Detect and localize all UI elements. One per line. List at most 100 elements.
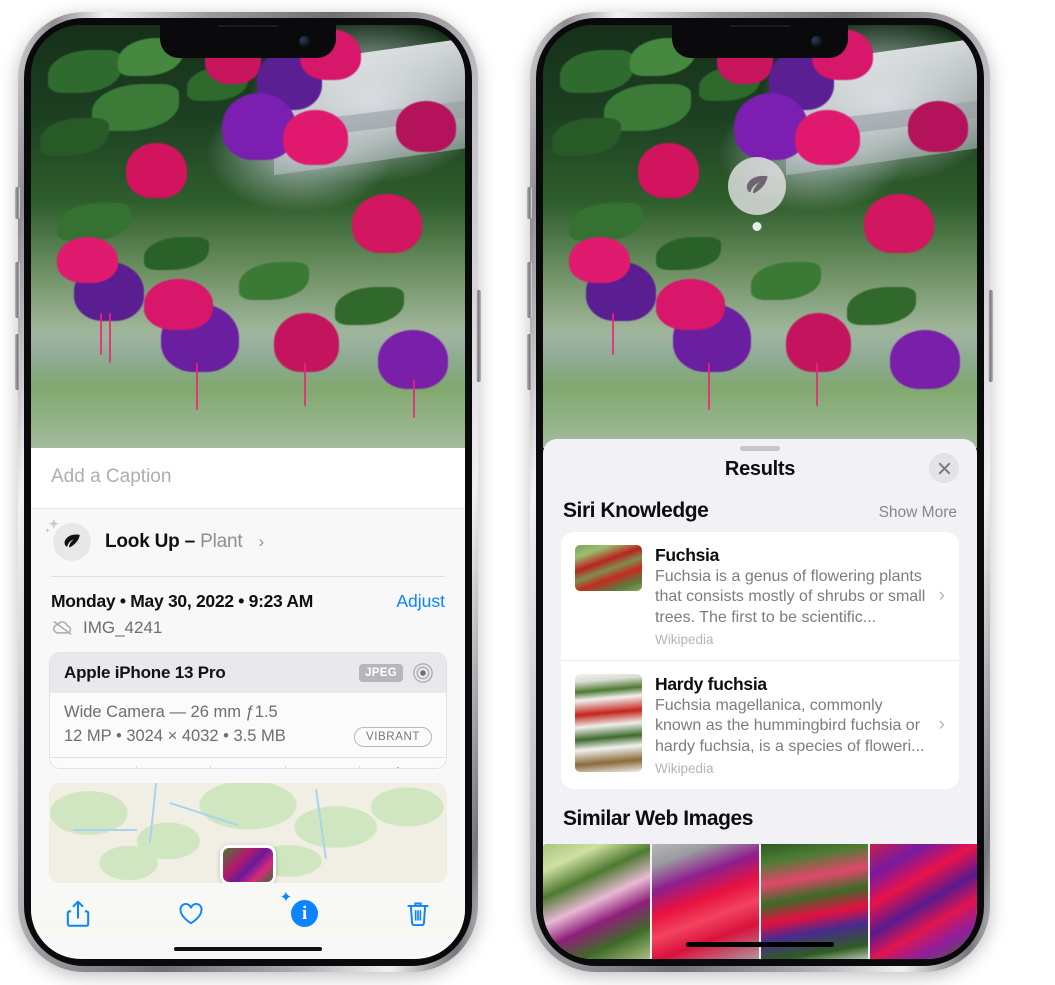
leaf-glyph [64, 534, 80, 548]
photo-blossom [274, 312, 340, 372]
visual-lookup-badge[interactable] [728, 157, 786, 231]
chevron-right-icon: › [938, 584, 945, 606]
photo-toolbar: ✦ i [31, 882, 465, 935]
section-title: Similar Web Images [563, 806, 753, 830]
share-icon[interactable] [61, 897, 95, 931]
earpiece-speaker [729, 25, 791, 27]
photo-blossom [638, 143, 700, 199]
photo-stamen [109, 312, 112, 364]
photo-date: Monday • May 30, 2022 • 9:23 AM [51, 590, 313, 611]
section-title: Siri Knowledge [563, 499, 709, 522]
exif-ev: 0 ev [211, 766, 285, 768]
photo-viewer[interactable] [31, 25, 465, 448]
power-button[interactable] [988, 290, 993, 382]
file-name: IMG_4241 [83, 617, 163, 637]
info-glyph: i [291, 900, 319, 928]
photo-blossom [126, 143, 188, 199]
knowledge-row[interactable]: Fuchsia Fuchsia is a genus of flowering … [561, 532, 959, 660]
volume-down-button[interactable] [15, 334, 20, 390]
trash-glyph [407, 902, 429, 926]
share-glyph [66, 900, 90, 927]
exif-row: ISO 50 26 mm 0 ev ƒ1.5 1/181 s [50, 756, 446, 768]
photo-viewer[interactable] [543, 25, 977, 448]
web-image-thumbnail[interactable] [870, 843, 977, 959]
knowledge-source: Wikipedia [655, 631, 714, 647]
screenshot-canvas: Add a Caption Look Up – Plant › Monday •… [0, 0, 1055, 985]
results-sheet: Results Siri Knowledge Show More Fuchsia… [543, 439, 977, 959]
photo-blossom [57, 236, 118, 284]
map-pin-thumbnail [223, 847, 273, 882]
trash-icon[interactable] [401, 897, 435, 931]
date-row: Monday • May 30, 2022 • 9:23 AM Adjust [31, 577, 465, 614]
spec-row: 12 MP • 3024 × 4032 • 3.5 MB VIBRANT [64, 726, 432, 747]
exif-aperture: ƒ1.5 [286, 766, 360, 768]
sparkle-icon [45, 518, 59, 533]
knowledge-title: Fuchsia [655, 545, 720, 565]
location-map[interactable] [49, 782, 447, 883]
close-icon[interactable] [929, 453, 959, 483]
notch [160, 25, 336, 58]
show-more-button[interactable]: Show More [879, 504, 957, 522]
volume-down-button[interactable] [527, 334, 532, 390]
exif-shutter: 1/181 s [360, 766, 434, 768]
front-camera-icon [811, 36, 822, 47]
knowledge-thumbnail [575, 545, 642, 591]
file-row: IMG_4241 [31, 614, 465, 650]
left-screen: Add a Caption Look Up – Plant › Monday •… [31, 25, 465, 959]
knowledge-card: Fuchsia Fuchsia is a genus of flowering … [561, 532, 959, 789]
leaf-icon [746, 175, 768, 194]
photo-stamen [195, 363, 198, 410]
earpiece-speaker [217, 25, 279, 27]
left-phone: Add a Caption Look Up – Plant › Monday •… [15, 12, 481, 972]
mute-switch[interactable] [527, 187, 532, 219]
volume-up-button[interactable] [15, 262, 20, 318]
chevron-right-icon: › [938, 713, 945, 735]
mute-switch[interactable] [15, 187, 20, 219]
camera-info-card: Apple iPhone 13 Pro JPEG Wide Camera — 2… [49, 651, 447, 769]
exif-iso: ISO 50 [62, 766, 136, 768]
photo-stamen [412, 380, 415, 419]
knowledge-text: Fuchsia Fuchsia is a genus of flowering … [655, 545, 945, 647]
knowledge-text: Hardy fuchsia Fuchsia magellanica, commo… [655, 674, 945, 776]
sparkle-icon: ✦ [279, 888, 293, 906]
camera-card-badges: JPEG [359, 662, 434, 684]
map-river [72, 828, 137, 831]
chevron-right-icon: › [258, 532, 265, 551]
knowledge-description: Fuchsia magellanica, commonly known as t… [655, 696, 925, 755]
camera-device-name: Apple iPhone 13 Pro [64, 662, 226, 682]
photo-blossom [890, 329, 960, 389]
map-photo-pin[interactable] [220, 844, 276, 883]
lens-line: Wide Camera — 26 mm ƒ1.5 [64, 702, 278, 721]
knowledge-title: Hardy fuchsia [655, 673, 767, 694]
photo-blossom [794, 109, 860, 165]
info-icon[interactable]: ✦ i [280, 890, 322, 931]
camera-card-body: Wide Camera — 26 mm ƒ1.5 12 MP • 3024 × … [50, 693, 446, 757]
knowledge-description: Fuchsia is a genus of flowering plants t… [655, 568, 926, 626]
home-indicator[interactable] [174, 946, 322, 951]
photo-info-panel: Add a Caption Look Up – Plant › Monday •… [31, 448, 465, 959]
web-image-thumbnail[interactable] [543, 843, 650, 959]
look-up-row[interactable]: Look Up – Plant › [31, 509, 465, 576]
volume-up-button[interactable] [527, 262, 532, 318]
photo-blossom [907, 101, 969, 152]
power-button[interactable] [476, 290, 481, 382]
home-indicator[interactable] [686, 941, 834, 947]
exif-focal: 26 mm [137, 766, 211, 768]
sheet-title: Results [724, 458, 796, 480]
hdr-aperture-icon [413, 663, 433, 683]
photo-blossom [352, 194, 422, 254]
look-up-label: Look Up – Plant [105, 531, 243, 552]
knowledge-source: Wikipedia [655, 760, 714, 776]
cloud-slash-icon [53, 621, 72, 636]
front-camera-icon [299, 36, 310, 47]
format-badge: JPEG [359, 663, 403, 682]
right-phone: Results Siri Knowledge Show More Fuchsia… [527, 12, 993, 972]
favorite-icon[interactable] [174, 897, 208, 931]
right-screen: Results Siri Knowledge Show More Fuchsia… [543, 25, 977, 959]
caption-input[interactable]: Add a Caption [31, 448, 465, 509]
knowledge-row[interactable]: Hardy fuchsia Fuchsia magellanica, commo… [561, 659, 959, 789]
adjust-button[interactable]: Adjust [396, 591, 445, 612]
photo-blossom [655, 278, 726, 330]
notch [672, 25, 848, 58]
photo-blossom [569, 236, 630, 284]
